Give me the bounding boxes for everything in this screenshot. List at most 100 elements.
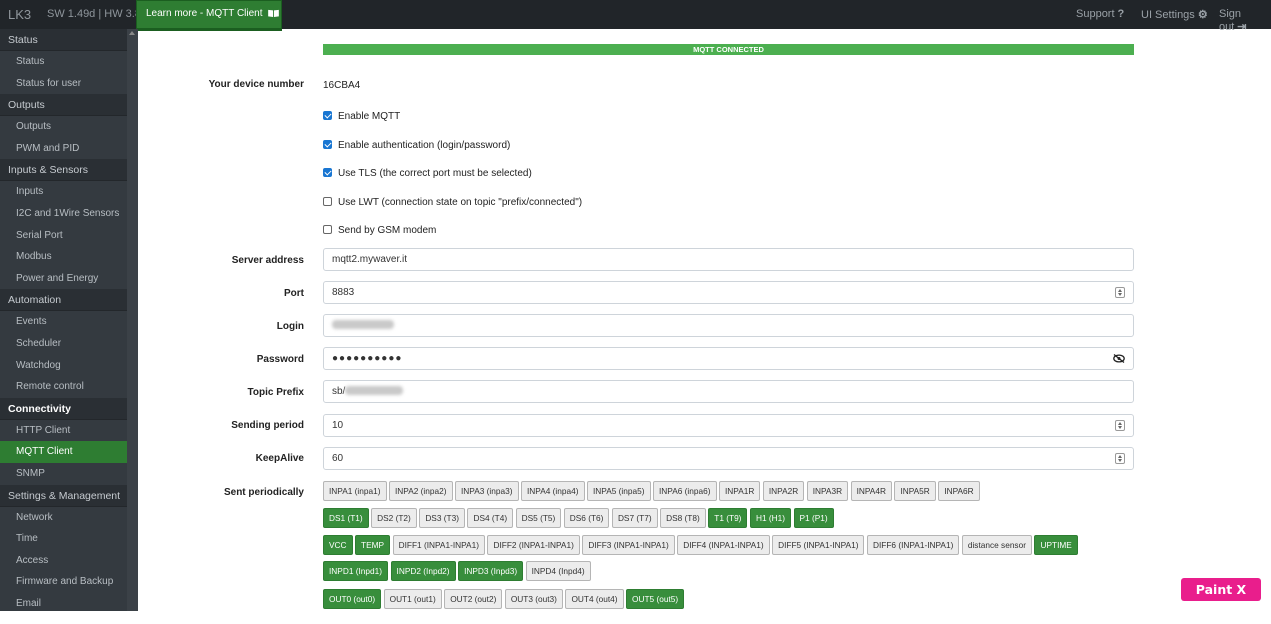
sidebar-item-status[interactable]: Status <box>0 51 127 73</box>
learn-more-button[interactable]: Learn more - MQTT Client <box>136 0 282 31</box>
eye-slash-icon[interactable] <box>1113 354 1125 363</box>
chip-inpd4-toggle[interactable]: INPD4 (Inpd4) <box>525 561 591 581</box>
chip-distance-toggle[interactable]: distance sensor <box>961 535 1032 555</box>
chip-diff4-toggle[interactable]: DIFF4 (INPA1-INPA1) <box>677 535 770 555</box>
sidebar-item-watchdog[interactable]: Watchdog <box>0 355 127 377</box>
sidebar-item-remote-control[interactable]: Remote control <box>0 376 127 398</box>
chip-ds4-toggle[interactable]: DS4 (T4) <box>467 508 514 528</box>
sidebar-item-snmp[interactable]: SNMP <box>0 463 127 485</box>
sidebar-item-scheduler[interactable]: Scheduler <box>0 333 127 355</box>
sidebar-item-outputs[interactable]: Outputs <box>0 116 127 138</box>
port-spinner-icon[interactable] <box>1115 287 1125 298</box>
chip-inpd2-toggle[interactable]: INPD2 (Inpd2) <box>390 561 456 581</box>
chip-inpa6r-toggle[interactable]: INPA6R <box>938 481 980 501</box>
chip-inpa5r-toggle[interactable]: INPA5R <box>894 481 936 501</box>
sending-period-spinner-icon[interactable] <box>1115 420 1125 431</box>
sidebar-item-email[interactable]: Email <box>0 593 127 611</box>
chip-t1-toggle[interactable]: T1 (T9) <box>708 508 748 528</box>
chip-diff5-toggle[interactable]: DIFF5 (INPA1-INPA1) <box>772 535 865 555</box>
chip-out2-toggle[interactable]: OUT2 (out2) <box>444 589 503 609</box>
chip-out1-toggle[interactable]: OUT1 (out1) <box>383 589 442 609</box>
sidebar-item-pwm-and-pid[interactable]: PWM and PID <box>0 138 127 160</box>
chip-inpa5-toggle[interactable]: INPA5 (inpa5) <box>587 481 651 501</box>
chip-inpa3-toggle[interactable]: INPA3 (inpa3) <box>455 481 519 501</box>
login-input[interactable] <box>323 314 1134 337</box>
chip-ds8-toggle[interactable]: DS8 (T8) <box>660 508 706 528</box>
sidebar-item-events[interactable]: Events <box>0 311 127 333</box>
chip-out4-toggle[interactable]: OUT4 (out4) <box>565 589 624 609</box>
checkbox-unchecked-icon[interactable] <box>323 197 332 206</box>
port-input[interactable]: 8883 <box>323 281 1134 304</box>
checkbox-unchecked-icon[interactable] <box>323 225 332 234</box>
chip-ds7-toggle[interactable]: DS7 (T7) <box>611 508 658 528</box>
chip-vcc-toggle[interactable]: VCC <box>323 535 353 555</box>
checkbox-enable-authentication[interactable]: Enable authentication (login/password) <box>323 140 510 151</box>
chip-ds6-toggle[interactable]: DS6 (T6) <box>563 508 610 528</box>
chip-ds3-toggle[interactable]: DS3 (T3) <box>419 508 465 528</box>
sidebar-item-firmware-and-backup[interactable]: Firmware and Backup <box>0 571 127 593</box>
checkbox-use-lwt[interactable]: Use LWT (connection state on topic "pref… <box>323 197 582 208</box>
chip-temp-toggle[interactable]: TEMP <box>355 535 391 555</box>
sidebar-item-status-for-user[interactable]: Status for user <box>0 73 127 95</box>
sidebar-item-inputs[interactable]: Inputs <box>0 181 127 203</box>
support-link[interactable]: Support? <box>1076 8 1124 20</box>
chip-diff1-toggle[interactable]: DIFF1 (INPA1-INPA1) <box>392 535 485 555</box>
learn-more-label: Learn more - MQTT Client <box>146 8 263 19</box>
chip-out0-toggle[interactable]: OUT0 (out0) <box>323 589 382 609</box>
chip-out5-toggle[interactable]: OUT5 (out5) <box>626 589 685 609</box>
chip-inpa1r-toggle[interactable]: INPA1R <box>719 481 761 501</box>
password-input[interactable]: ●●●●●●●●●● <box>323 347 1134 370</box>
sending-period-input[interactable]: 10 <box>323 414 1134 437</box>
chip-ds5-toggle[interactable]: DS5 (T5) <box>515 508 562 528</box>
sidebar-item-network[interactable]: Network <box>0 507 127 529</box>
chip-inpa4r-toggle[interactable]: INPA4R <box>850 481 892 501</box>
chip-diff2-toggle[interactable]: DIFF2 (INPA1-INPA1) <box>487 535 580 555</box>
sidebar-item-serial-port[interactable]: Serial Port <box>0 225 127 247</box>
server-address-input[interactable]: mqtt2.mywaver.it <box>323 248 1134 271</box>
sidebar-section-outputs[interactable]: Outputs <box>0 94 127 117</box>
chip-inpa2r-toggle[interactable]: INPA2R <box>762 481 805 501</box>
chip-diff6-toggle[interactable]: DIFF6 (INPA1-INPA1) <box>866 535 960 555</box>
topic-prefix-input[interactable]: sb/ <box>323 380 1134 403</box>
port-label: Port <box>284 288 304 299</box>
ui-settings-link[interactable]: UI Settings ⚙ <box>1141 8 1208 21</box>
chip-inpa4-toggle[interactable]: INPA4 (inpa4) <box>521 481 585 501</box>
scroll-up-arrow-icon[interactable] <box>129 31 135 35</box>
chip-diff3-toggle[interactable]: DIFF3 (INPA1-INPA1) <box>582 535 675 555</box>
sidebar-section-connectivity[interactable]: Connectivity <box>0 397 127 420</box>
checkbox-enable-mqtt[interactable]: Enable MQTT <box>323 111 400 122</box>
paint-x-lite-badge[interactable]: Paint X Lite <box>1181 578 1261 620</box>
chip-uptime-toggle[interactable]: UPTIME <box>1034 535 1078 555</box>
chip-ds1-toggle[interactable]: DS1 (T1) <box>323 508 369 528</box>
checkbox-use-tls[interactable]: Use TLS (the correct port must be select… <box>323 168 532 179</box>
keepalive-input[interactable]: 60 <box>323 447 1134 470</box>
checkbox-checked-icon[interactable] <box>323 168 332 177</box>
sidebar-section-settings-management[interactable]: Settings & Management <box>0 484 127 507</box>
checkbox-checked-icon[interactable] <box>323 111 332 120</box>
sidebar-item-modbus[interactable]: Modbus <box>0 246 127 268</box>
chip-out3-toggle[interactable]: OUT3 (out3) <box>504 589 563 609</box>
sidebar-section-inputs-sensors[interactable]: Inputs & Sensors <box>0 159 127 182</box>
chip-p1-toggle[interactable]: P1 (P1) <box>793 508 834 528</box>
checkbox-checked-icon[interactable] <box>323 140 332 149</box>
sidebar-section-status[interactable]: Status <box>0 29 127 51</box>
sidebar-section-automation[interactable]: Automation <box>0 289 127 312</box>
chip-ds2-toggle[interactable]: DS2 (T2) <box>371 508 417 528</box>
sidebar-item-power-and-energy[interactable]: Power and Energy <box>0 268 127 290</box>
chip-inpd1-toggle[interactable]: INPD1 (Inpd1) <box>323 561 389 581</box>
checkbox-send-by[interactable]: Send by GSM modem <box>323 225 436 236</box>
sidebar-item-i2c-and-1wire-sensors[interactable]: I2C and 1Wire Sensors <box>0 203 127 225</box>
sidebar-item-mqtt-client[interactable]: MQTT Client <box>0 441 127 463</box>
sidebar-item-http-client[interactable]: HTTP Client <box>0 420 127 442</box>
chip-inpa2-toggle[interactable]: INPA2 (inpa2) <box>389 481 453 501</box>
chip-inpa6-toggle[interactable]: INPA6 (inpa6) <box>653 481 717 501</box>
chip-inpd3-toggle[interactable]: INPD3 (Inpd3) <box>458 561 524 581</box>
chip-inpa3r-toggle[interactable]: INPA3R <box>806 481 849 501</box>
brand-logo[interactable]: LK3 <box>8 7 31 22</box>
sidebar-scrollbar[interactable] <box>127 29 138 611</box>
chip-inpa1-toggle[interactable]: INPA1 (inpa1) <box>323 481 387 501</box>
sidebar-item-time[interactable]: Time <box>0 528 127 550</box>
chip-h1-toggle[interactable]: H1 (H1) <box>749 508 791 528</box>
sidebar-item-access[interactable]: Access <box>0 550 127 572</box>
keepalive-spinner-icon[interactable] <box>1115 453 1125 464</box>
